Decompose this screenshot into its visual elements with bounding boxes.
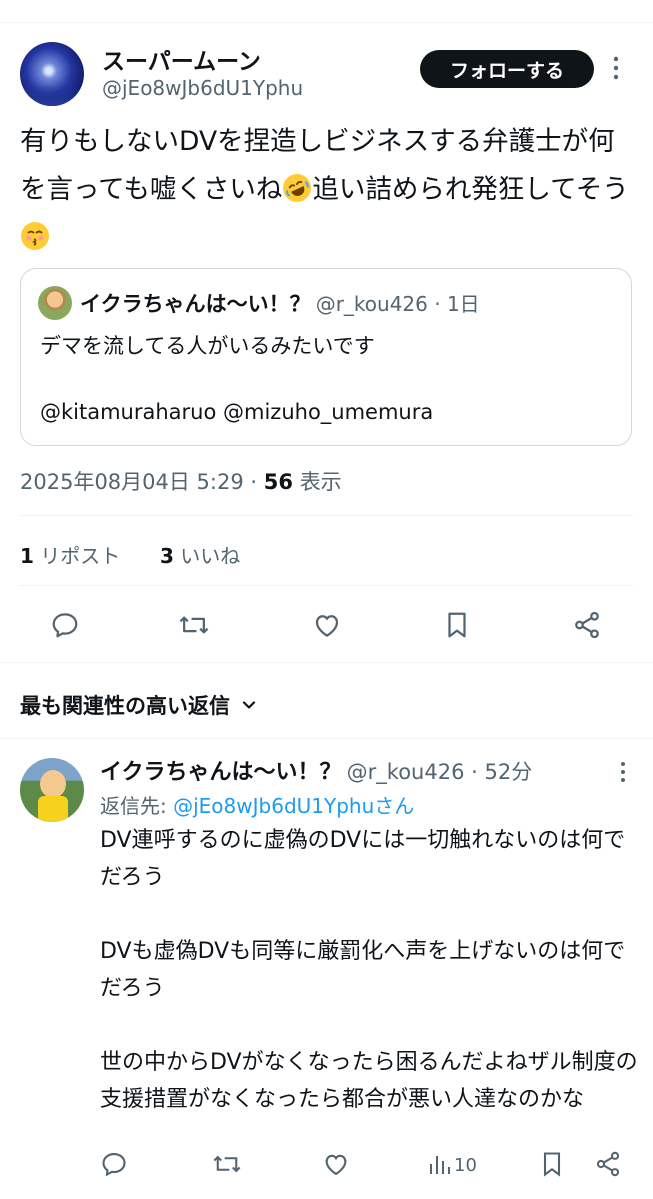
views-count: 56 <box>263 470 293 494</box>
divider <box>0 738 653 739</box>
quoted-author-avatar <box>38 286 72 320</box>
post-meta: 2025年08月04日 5:29 · 56 表示 <box>20 470 342 494</box>
quoted-author-handle: @r_kou426 <box>315 292 428 316</box>
divider <box>20 585 633 586</box>
replies-sort-label: 最も関連性の高い返信 <box>20 694 230 718</box>
share-icon[interactable] <box>572 610 602 640</box>
like-count: 3 <box>160 544 174 568</box>
rolling-laughing-emoji-icon <box>283 174 312 202</box>
quoted-text-line1: デマを流してる人がいるみたいです <box>40 334 375 358</box>
views-label: 表示 <box>299 470 342 494</box>
reply-repost-icon[interactable] <box>212 1150 242 1178</box>
author-name[interactable]: スーパームーン <box>102 42 261 76</box>
repost-icon[interactable] <box>178 610 210 640</box>
like-label: いいね <box>180 544 241 568</box>
quoted-age: 1日 <box>446 292 480 316</box>
top-divider <box>0 22 653 23</box>
kissing-face-emoji-icon <box>21 222 49 250</box>
repost-count: 1 <box>20 544 34 568</box>
like-icon[interactable] <box>312 610 342 640</box>
reply-share-icon[interactable] <box>594 1150 622 1178</box>
reply-reply-icon[interactable] <box>100 1150 128 1178</box>
author-handle[interactable]: @jEo8wJb6dU1Yphu <box>102 76 303 100</box>
reply-bookmark-icon[interactable] <box>540 1150 564 1178</box>
reply-header: イクラちゃんは〜い！？ @r_kou426 · 52分 <box>100 760 533 785</box>
reply-author-avatar[interactable] <box>20 758 84 822</box>
author-avatar[interactable] <box>20 42 84 106</box>
bookmark-icon[interactable] <box>444 610 470 640</box>
reply-like-icon[interactable] <box>322 1150 350 1178</box>
reply-views-count: 10 <box>454 1155 477 1176</box>
reply-icon[interactable] <box>50 610 80 640</box>
like-stat[interactable]: 3 いいね <box>160 540 240 569</box>
reply-text: DV連呼するのに虚偽のDVには一切触れないのは何でだろう DVも虚偽DVも同等に… <box>100 828 638 1112</box>
reply-to-prefix: 返信先: <box>100 794 174 818</box>
chevron-down-icon <box>240 696 258 714</box>
post-text: 有りもしないDVを捏造しビジネスする弁護士が何を言っても嘘くさいね 追い詰められ… <box>20 118 630 262</box>
reply-to-line: 返信先: @jEo8wJb6dU1Yphuさん <box>100 790 414 819</box>
reply-views[interactable]: 10 <box>428 1152 477 1176</box>
repost-label: リポスト <box>40 544 121 568</box>
follow-button[interactable]: フォローする <box>420 50 594 88</box>
quoted-mentions: @kitamuraharuo @mizuho_umemura <box>40 400 434 424</box>
quoted-header: イクラちゃんは〜い！？ @r_kou426 · 1日 <box>80 292 480 316</box>
reply-more-options-icon[interactable] <box>618 760 628 784</box>
reply-age: 52分 <box>484 760 533 784</box>
analytics-icon <box>428 1152 450 1176</box>
replies-sort-dropdown[interactable]: 最も関連性の高い返信 <box>20 690 258 720</box>
repost-stat[interactable]: 1 リポスト <box>20 540 120 569</box>
reply-to-link[interactable]: @jEo8wJb6dU1Yphuさん <box>173 794 414 818</box>
divider <box>0 662 653 663</box>
quoted-author-name: イクラちゃんは〜い！？ <box>80 292 311 316</box>
more-options-icon[interactable] <box>610 55 622 81</box>
reply-author-handle[interactable]: @r_kou426 <box>347 760 465 784</box>
divider <box>20 515 633 516</box>
post-text-part2: 追い詰められ発狂してそう <box>312 174 629 205</box>
reply-author-name[interactable]: イクラちゃんは〜い！？ <box>100 760 342 785</box>
post-timestamp[interactable]: 2025年08月04日 5:29 <box>20 470 244 494</box>
